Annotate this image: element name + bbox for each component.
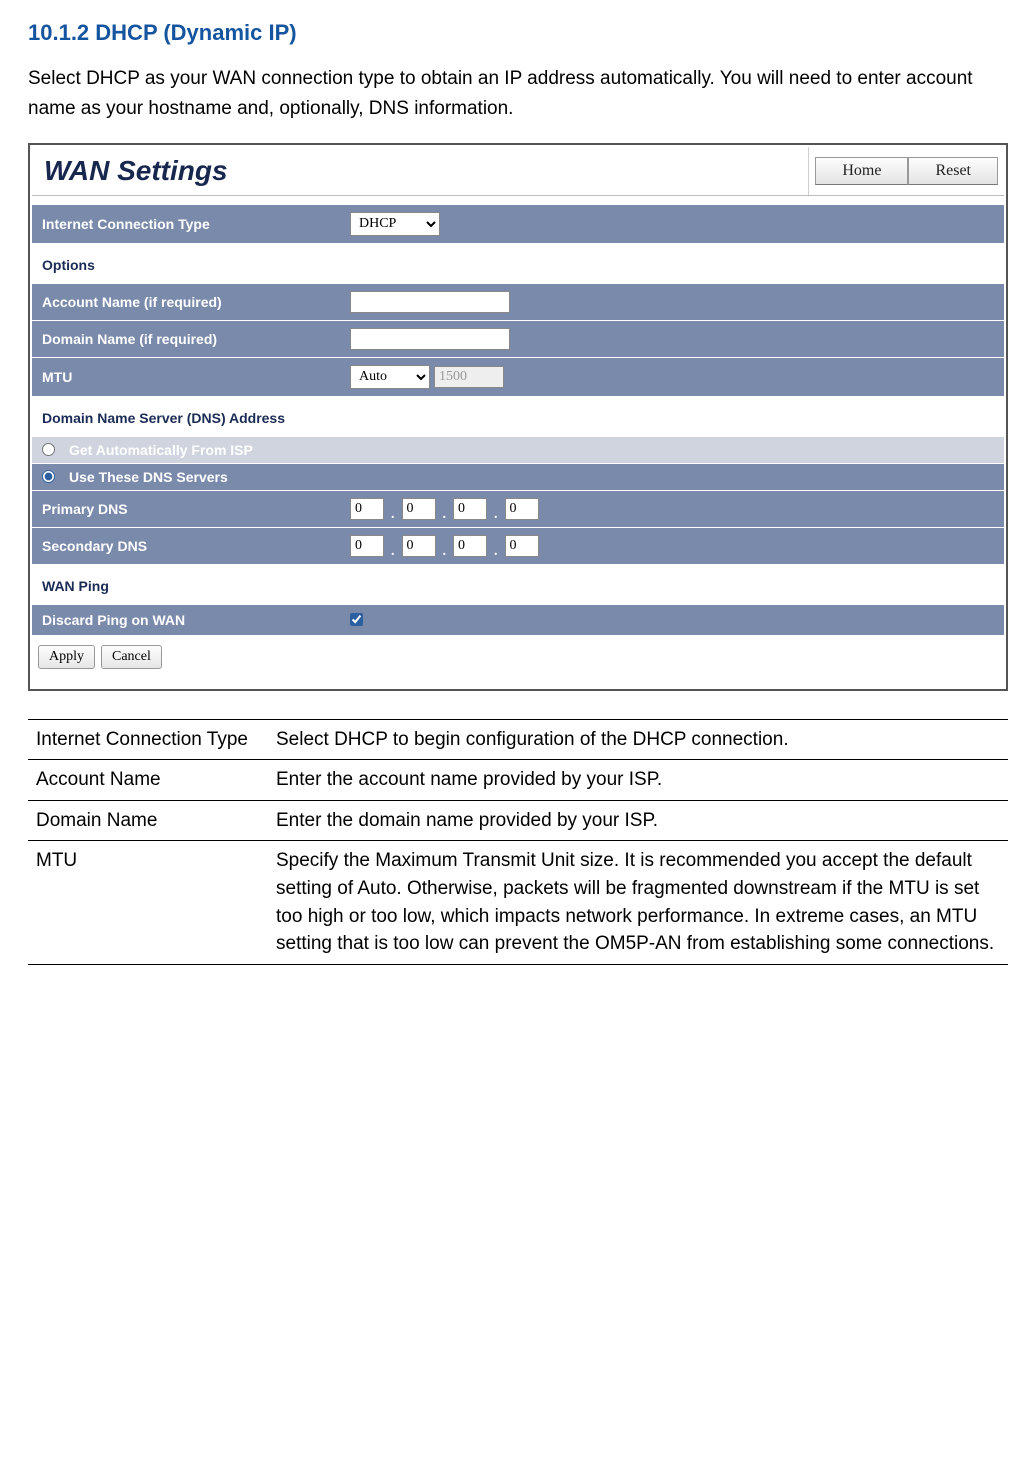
reset-button[interactable]: Reset — [908, 157, 998, 185]
desc-key: Internet Connection Type — [28, 719, 268, 760]
primary-dns-octet-2[interactable] — [402, 498, 436, 520]
panel-header: WAN Settings Home Reset — [32, 147, 1004, 196]
row-secondary-dns: Secondary DNS . . . — [32, 527, 1004, 564]
table-row: Domain Name Enter the domain name provid… — [28, 800, 1008, 841]
dns-header: Domain Name Server (DNS) Address — [32, 396, 1004, 436]
desc-key: MTU — [28, 841, 268, 964]
wan-ping-header: WAN Ping — [32, 564, 1004, 604]
label-account-name: Account Name (if required) — [42, 294, 342, 310]
secondary-dns-octet-3[interactable] — [453, 535, 487, 557]
desc-val: Select DHCP to begin configuration of th… — [268, 719, 1008, 760]
row-account-name: Account Name (if required) — [32, 283, 1004, 320]
primary-dns-octet-3[interactable] — [453, 498, 487, 520]
primary-dns-octet-1[interactable] — [350, 498, 384, 520]
row-mtu: MTU Auto — [32, 357, 1004, 396]
primary-dns-octet-4[interactable] — [505, 498, 539, 520]
home-button[interactable]: Home — [815, 157, 908, 185]
row-dns-manual[interactable]: Use These DNS Servers — [32, 463, 1004, 490]
domain-name-input[interactable] — [350, 328, 510, 350]
table-row: Internet Connection Type Select DHCP to … — [28, 719, 1008, 760]
desc-val: Specify the Maximum Transmit Unit size. … — [268, 841, 1008, 964]
wan-settings-panel: WAN Settings Home Reset Internet Connect… — [28, 143, 1008, 691]
discard-ping-checkbox[interactable] — [350, 613, 363, 626]
row-internet-connection-type: Internet Connection Type DHCP — [32, 204, 1004, 243]
row-domain-name: Domain Name (if required) — [32, 320, 1004, 357]
desc-key: Account Name — [28, 760, 268, 801]
secondary-dns-octet-2[interactable] — [402, 535, 436, 557]
account-name-input[interactable] — [350, 291, 510, 313]
dns-manual-label: Use These DNS Servers — [69, 469, 228, 485]
label-domain-name: Domain Name (if required) — [42, 331, 342, 347]
panel-title: WAN Settings — [32, 147, 240, 195]
row-primary-dns: Primary DNS . . . — [32, 490, 1004, 527]
label-discard-ping: Discard Ping on WAN — [42, 612, 342, 628]
dns-auto-radio[interactable] — [42, 443, 55, 456]
mtu-value-input — [434, 366, 504, 388]
secondary-dns-octet-4[interactable] — [505, 535, 539, 557]
row-discard-ping: Discard Ping on WAN — [32, 604, 1004, 635]
label-connection-type: Internet Connection Type — [42, 216, 342, 232]
label-secondary-dns: Secondary DNS — [42, 538, 342, 554]
options-header: Options — [32, 243, 1004, 283]
secondary-dns-octet-1[interactable] — [350, 535, 384, 557]
row-dns-auto[interactable]: Get Automatically From ISP — [32, 436, 1004, 463]
desc-key: Domain Name — [28, 800, 268, 841]
section-heading: 10.1.2 DHCP (Dynamic IP) — [28, 20, 1008, 46]
connection-type-select[interactable]: DHCP — [350, 212, 440, 236]
desc-val: Enter the domain name provided by your I… — [268, 800, 1008, 841]
table-row: MTU Specify the Maximum Transmit Unit si… — [28, 841, 1008, 964]
dns-manual-radio[interactable] — [42, 470, 55, 483]
desc-val: Enter the account name provided by your … — [268, 760, 1008, 801]
label-mtu: MTU — [42, 369, 342, 385]
description-table: Internet Connection Type Select DHCP to … — [28, 719, 1008, 965]
cancel-button[interactable]: Cancel — [101, 645, 162, 669]
apply-button[interactable]: Apply — [38, 645, 95, 669]
label-primary-dns: Primary DNS — [42, 501, 342, 517]
mtu-mode-select[interactable]: Auto — [350, 365, 430, 389]
table-row: Account Name Enter the account name prov… — [28, 760, 1008, 801]
intro-paragraph: Select DHCP as your WAN connection type … — [28, 64, 1008, 125]
dns-auto-label: Get Automatically From ISP — [69, 442, 253, 458]
